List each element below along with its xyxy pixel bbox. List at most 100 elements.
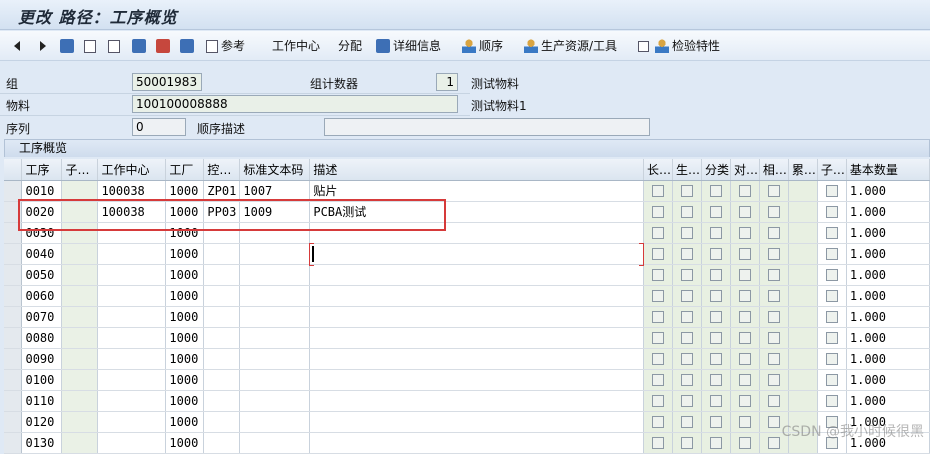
flag-cell[interactable] bbox=[759, 348, 789, 370]
flag-cell[interactable] bbox=[759, 201, 789, 223]
work-center-cell[interactable] bbox=[97, 243, 167, 265]
checkbox[interactable] bbox=[767, 353, 780, 365]
flag-cell[interactable] bbox=[730, 180, 760, 202]
flag-cell[interactable] bbox=[730, 369, 760, 391]
row-selector[interactable] bbox=[4, 411, 23, 433]
operation-cell[interactable]: 0060 bbox=[21, 285, 63, 307]
flag-cell[interactable] bbox=[672, 369, 702, 391]
flag-cell[interactable] bbox=[672, 285, 702, 307]
checkbox[interactable] bbox=[767, 185, 780, 197]
flag-cell[interactable] bbox=[672, 180, 702, 202]
flag-cell[interactable] bbox=[817, 369, 847, 391]
work-center-cell[interactable] bbox=[97, 264, 167, 286]
sub-operation-cell[interactable] bbox=[61, 306, 99, 328]
plant-cell[interactable]: 1000 bbox=[165, 348, 205, 370]
copy-button[interactable] bbox=[156, 37, 173, 55]
control-key-cell[interactable] bbox=[203, 327, 241, 349]
operation-cell[interactable]: 0120 bbox=[21, 411, 63, 433]
flag-cell[interactable] bbox=[730, 306, 760, 328]
checkbox[interactable] bbox=[680, 395, 693, 407]
group-counter-field[interactable]: 1 bbox=[436, 73, 458, 91]
checkbox[interactable] bbox=[709, 227, 722, 239]
checkbox[interactable] bbox=[709, 185, 722, 197]
plant-cell[interactable]: 1000 bbox=[165, 180, 205, 202]
plant-cell[interactable]: 1000 bbox=[165, 243, 205, 265]
base-quantity-cell[interactable]: 1.000 bbox=[846, 285, 930, 307]
checkbox[interactable] bbox=[651, 290, 664, 302]
flag-cell[interactable] bbox=[817, 285, 847, 307]
assign-button[interactable]: 分配 bbox=[338, 37, 362, 55]
flag-cell[interactable] bbox=[643, 369, 673, 391]
flag-cell[interactable] bbox=[701, 180, 731, 202]
flag-cell[interactable] bbox=[730, 243, 760, 265]
base-quantity-cell[interactable]: 1.000 bbox=[846, 222, 930, 244]
flag-cell[interactable] bbox=[759, 243, 789, 265]
description-cell[interactable] bbox=[309, 264, 644, 286]
flag-cell[interactable] bbox=[701, 432, 731, 454]
reference-button[interactable]: 参考 bbox=[206, 37, 245, 55]
control-key-cell[interactable] bbox=[203, 243, 241, 265]
header-button[interactable] bbox=[60, 37, 77, 55]
description-cell[interactable] bbox=[309, 327, 644, 349]
flag-cell[interactable] bbox=[759, 369, 789, 391]
flag-cell[interactable] bbox=[817, 222, 847, 244]
checkbox[interactable] bbox=[825, 206, 838, 218]
base-quantity-cell[interactable]: 1.000 bbox=[846, 201, 930, 223]
standard-text-key-cell[interactable]: 1009 bbox=[239, 201, 311, 223]
table-row[interactable]: 0060 1000 1.000 bbox=[4, 285, 930, 307]
work-center-button[interactable]: 工作中心 bbox=[272, 37, 320, 55]
sub-operation-cell[interactable] bbox=[61, 285, 99, 307]
work-center-cell[interactable] bbox=[97, 285, 167, 307]
control-key-cell[interactable] bbox=[203, 264, 241, 286]
plant-cell[interactable]: 1000 bbox=[165, 222, 205, 244]
checkbox[interactable] bbox=[767, 227, 780, 239]
sub-operation-cell[interactable] bbox=[61, 348, 99, 370]
plant-cell[interactable]: 1000 bbox=[165, 306, 205, 328]
table-row[interactable]: 0110 1000 1.000 bbox=[4, 390, 930, 412]
table-row[interactable]: 0070 1000 1.000 bbox=[4, 306, 930, 328]
column-header[interactable]: 基本数量 bbox=[846, 159, 930, 181]
flag-cell[interactable] bbox=[730, 201, 760, 223]
sub-operation-cell[interactable] bbox=[61, 180, 99, 202]
checkbox[interactable] bbox=[767, 416, 780, 428]
control-key-cell[interactable] bbox=[203, 222, 241, 244]
column-header[interactable]: 子… bbox=[61, 159, 99, 181]
column-header[interactable]: 生… bbox=[672, 159, 702, 181]
work-center-cell[interactable] bbox=[97, 348, 167, 370]
flag-cell[interactable] bbox=[672, 306, 702, 328]
table-row[interactable]: 0030 1000 1.000 bbox=[4, 222, 930, 244]
checkbox[interactable] bbox=[709, 206, 722, 218]
row-selector[interactable] bbox=[4, 222, 23, 244]
checkbox[interactable] bbox=[767, 437, 780, 449]
standard-text-key-cell[interactable] bbox=[239, 285, 311, 307]
flag-cell[interactable] bbox=[701, 285, 731, 307]
column-header[interactable]: 工厂 bbox=[165, 159, 205, 181]
flag-cell[interactable] bbox=[672, 327, 702, 349]
standard-text-key-cell[interactable]: 1007 bbox=[239, 180, 311, 202]
checkbox[interactable] bbox=[680, 353, 693, 365]
flag-cell[interactable] bbox=[817, 306, 847, 328]
checkbox[interactable] bbox=[825, 185, 838, 197]
checkbox[interactable] bbox=[738, 269, 751, 281]
checkbox[interactable] bbox=[825, 248, 838, 260]
sub-operation-cell[interactable] bbox=[61, 327, 99, 349]
prt-button[interactable]: 生产资源/工具 bbox=[524, 37, 617, 55]
checkbox[interactable] bbox=[709, 437, 722, 449]
sub-operation-cell[interactable] bbox=[61, 264, 99, 286]
checkbox[interactable] bbox=[680, 332, 693, 344]
description-cell[interactable] bbox=[309, 222, 644, 244]
flag-cell[interactable] bbox=[759, 306, 789, 328]
checkbox[interactable] bbox=[767, 290, 780, 302]
operation-cell[interactable]: 0040 bbox=[21, 243, 63, 265]
control-key-cell[interactable] bbox=[203, 285, 241, 307]
checkbox[interactable] bbox=[767, 248, 780, 260]
work-center-cell[interactable]: 100038 bbox=[97, 180, 167, 202]
work-center-cell[interactable] bbox=[97, 222, 167, 244]
table-row[interactable]: 0040 1000 1.000 bbox=[4, 243, 930, 265]
checkbox[interactable] bbox=[738, 248, 751, 260]
checkbox[interactable] bbox=[709, 290, 722, 302]
description-cell[interactable] bbox=[309, 306, 644, 328]
group-field[interactable]: 50001983 bbox=[132, 73, 202, 91]
checkbox[interactable] bbox=[651, 311, 664, 323]
operation-cell[interactable]: 0050 bbox=[21, 264, 63, 286]
